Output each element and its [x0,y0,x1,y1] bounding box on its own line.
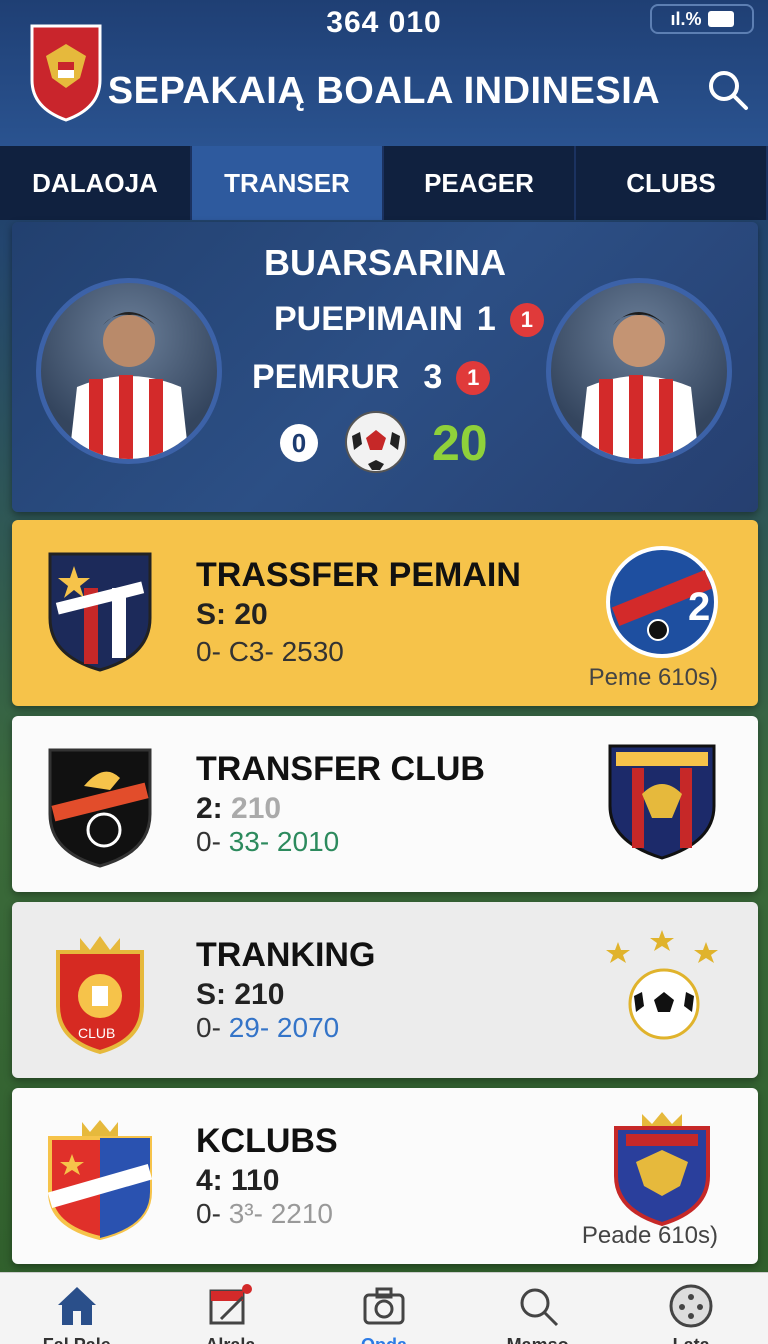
card-meta-prefix: 0- [196,1012,229,1043]
nav-label: Mamso [461,1335,615,1344]
stat-label: PUEPIMAIN [274,300,463,338]
player-left-icon [69,312,189,459]
card-meta: 0- 33- 2010 [196,826,339,858]
notification-badge: 1 [509,302,544,337]
soccer-ball-icon [345,411,407,473]
player-right-icon [579,312,699,459]
signal-text: ıl.% [670,8,702,29]
list-item-transfer-pemain[interactable]: TRASSFER PEMAIN S: 20 0- C3- 2530 2 Peme… [12,520,758,706]
list-item-kclubs[interactable]: KCLUBS 4: 110 0- 3³- 2210 Peade 610s) [12,1088,758,1264]
club-shield-icon [48,748,152,868]
card-subtitle-prefix: 2: [196,792,223,825]
notification-badge: 1 [456,360,491,395]
tab-transer[interactable]: TRANSER [192,146,384,220]
club-round-badge-icon: 2 [606,546,718,658]
card-note: Peade 610s) [581,1222,718,1249]
card-meta-prefix: 0- [196,826,229,857]
list-item-transfer-club[interactable]: TRANSFER CLUB 2: 210 0- 33- 2010 [12,716,758,892]
bottom-nav: Fal Pale Alrala Opda Mamso [0,1272,768,1344]
app-header: 364 010 ıl.% SEPAKAIĄ BOALA INDINESIA [0,0,768,146]
tab-bar: DALAOJA TRANSER PEAGER CLUBS [0,146,768,220]
nav-item-search[interactable]: Mamso [461,1273,615,1344]
card-meta-value: C3- 2530 [228,636,344,667]
nav-item-ball[interactable]: Lata [614,1273,768,1344]
search-icon [520,1288,558,1327]
ball-icon [669,1284,713,1328]
stat-value: 3 [423,358,443,396]
stars-ball-icon [606,930,718,1040]
card-meta: 0- 29- 2070 [196,1012,339,1044]
club-shield-icon [47,1120,153,1241]
club-crest-icon [608,744,716,860]
stat-row-2: PEMRUR 3 1 [252,358,491,397]
tab-peager[interactable]: PEAGER [384,146,576,220]
player-photo-left [36,278,222,464]
card-meta-prefix: 0- [196,1198,229,1229]
card-subtitle: 2: 210 [196,792,281,826]
card-meta: 0- 3³- 2210 [196,1198,333,1230]
match-card[interactable]: BUARSARINA PUEPIMAIN 1 1 PEMRUR 3 1 0 20 [12,222,758,512]
card-title: KCLUBS [196,1122,338,1160]
player-photo-right [546,278,732,464]
nav-item-alerts[interactable]: Alrala [154,1273,308,1344]
garuda-shield-icon [614,1112,710,1227]
search-icon[interactable] [706,68,750,112]
list-item-tranking[interactable]: CLUB TRANKING S: 210 0- 29- 2070 [12,902,758,1078]
svg-text:CLUB: CLUB [78,1025,115,1041]
camera-icon [363,1287,405,1325]
nav-label: Fal Pale [0,1335,154,1344]
card-subtitle-value: 210 [231,792,282,825]
svg-text:2: 2 [688,585,710,629]
tab-dalaoja[interactable]: DALAOJA [0,146,192,220]
tab-clubs[interactable]: CLUBS [576,146,768,220]
card-subtitle: S: 210 [196,978,285,1011]
card-meta-value: 33- 2010 [228,826,340,857]
card-title: TRASSFER PEMAIN [196,556,521,594]
card-meta-prefix: 0- [196,636,229,667]
card-subtitle: 4: 110 [196,1164,280,1197]
card-meta-value: 29- 2070 [228,1012,340,1043]
card-note: Peme 610s) [588,664,718,691]
card-meta-value: 3³- 2210 [228,1198,333,1229]
club-shield-icon [48,552,152,672]
nav-label: Alrala [154,1335,308,1344]
nav-item-home[interactable]: Fal Pale [0,1273,154,1344]
match-title: BUARSARINA [264,242,506,283]
edit-notification-icon [209,1284,253,1325]
status-indicators: ıl.% [650,4,754,34]
stat-row-1: PUEPIMAIN 1 1 [274,300,544,339]
nav-item-camera[interactable]: Opda [307,1273,461,1344]
card-meta: 0- C3- 2530 [196,636,344,668]
card-title: TRANSFER CLUB [196,750,485,788]
stat-label: PEMRUR [252,358,400,396]
score-right: 20 [432,415,488,471]
app-title: SEPAKAIĄ BOALA INDINESIA [107,70,661,112]
card-subtitle: S: 20 [196,598,268,631]
battery-icon [707,11,734,27]
score-left: 0 [280,424,318,462]
nav-label: Opda [307,1335,461,1344]
home-icon [57,1287,96,1325]
club-shield-icon: CLUB [56,936,144,1055]
card-title: TRANKING [196,936,376,974]
stat-value: 1 [476,300,496,338]
nav-label: Lata [614,1335,768,1344]
